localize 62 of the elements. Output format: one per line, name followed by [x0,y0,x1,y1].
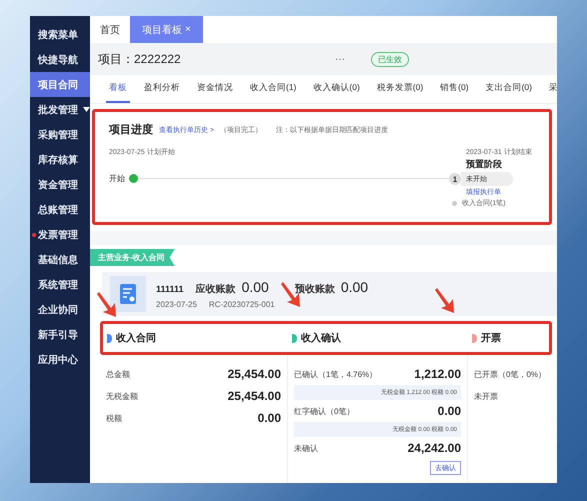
step-number: 1 [449,173,461,185]
status-tag: 已生效 [371,52,409,66]
section-title-text: 收入合同 [116,332,156,345]
project-title: 项目：2222222 [98,50,182,68]
contract-number: RC-20230725-001 [208,300,275,309]
card-title: 项目进度 [109,122,153,137]
sidebar-item[interactable]: 库存核算 [30,147,90,172]
more-button[interactable]: ··· [335,54,365,64]
tab[interactable]: 收入合同(1) [247,75,300,103]
tab[interactable]: 支出合同(0) [482,75,535,103]
row-label: 未确认 [294,442,318,454]
document-icon [110,276,146,312]
sidebar-item[interactable]: 基础信息 [30,247,90,272]
sidebar-item[interactable]: 批发管理 [30,97,90,122]
sidebar-item[interactable]: 搜索菜单 [30,22,90,47]
row-label: 税额 [106,412,122,424]
row-label: 红字确认（0笔） [294,406,354,416]
row-label: 总金额 [106,368,130,380]
contract-date: 2023-07-25 [156,300,197,309]
section-title-text: 收入确认 [301,332,341,345]
tab[interactable]: 收入确认(0) [310,75,363,103]
row-label: 无税金额 [106,390,138,402]
amount-value: 0.00 [340,279,368,295]
arrow-icon [435,286,457,314]
section-title-text: 开票 [481,332,501,345]
tab[interactable]: 资金情况 [194,75,236,103]
sidebar-item[interactable]: 系统管理 [30,272,90,297]
sidebar-item[interactable]: 快捷导航 [30,47,90,72]
amount-label: 应收账款 [196,282,236,296]
start-label: 开始 [109,173,125,184]
tab[interactable]: 盈利分析 [141,75,183,103]
row-value: 1,212.00 [414,367,461,381]
row-value: 24,242.00 [408,441,461,455]
amount-value: 0.00 [242,279,269,295]
arrow-icon [97,290,119,318]
tab[interactable]: 税务发票(0) [374,75,426,103]
sidebar-item[interactable]: 应用中心 [30,347,90,372]
start-dot [129,174,138,183]
sidebar-item[interactable]: 项目合同 [30,72,90,97]
sidebar-item[interactable]: 发票管理 [30,222,90,247]
tab[interactable]: 看板 [106,75,130,103]
row-label: 已确认（1笔，4.76%） [294,368,378,380]
alert-dot [32,233,36,237]
section-ribbon: 主营业务-收入合同 [90,249,175,266]
contract-code: 111111 [156,284,184,294]
row-label: 已开票（0笔，0%） [474,368,546,380]
tab[interactable]: 销售(0) [437,75,472,103]
amount-label: 预收账款 [294,282,335,296]
item-dot [452,200,457,206]
sidebar-item[interactable]: 资金管理 [30,172,90,197]
close-icon[interactable]: × [185,24,191,35]
row-value: 0.00 [258,411,281,425]
sidebar-item[interactable]: 总账管理 [30,197,90,222]
row-value: 25,454.00 [228,389,281,403]
row-value: 25,454.00 [228,367,281,381]
row-value: 0.00 [438,404,461,418]
row-label: 未开票 [474,390,498,402]
stage-name: 预置阶段 [464,158,503,171]
sidebar-item[interactable]: 新手引导 [30,322,90,347]
page-tab[interactable]: 项目看板 × [130,16,203,43]
sidebar-item[interactable]: 采购管理 [30,122,90,147]
sidebar-item[interactable]: 企业协同 [30,297,90,322]
